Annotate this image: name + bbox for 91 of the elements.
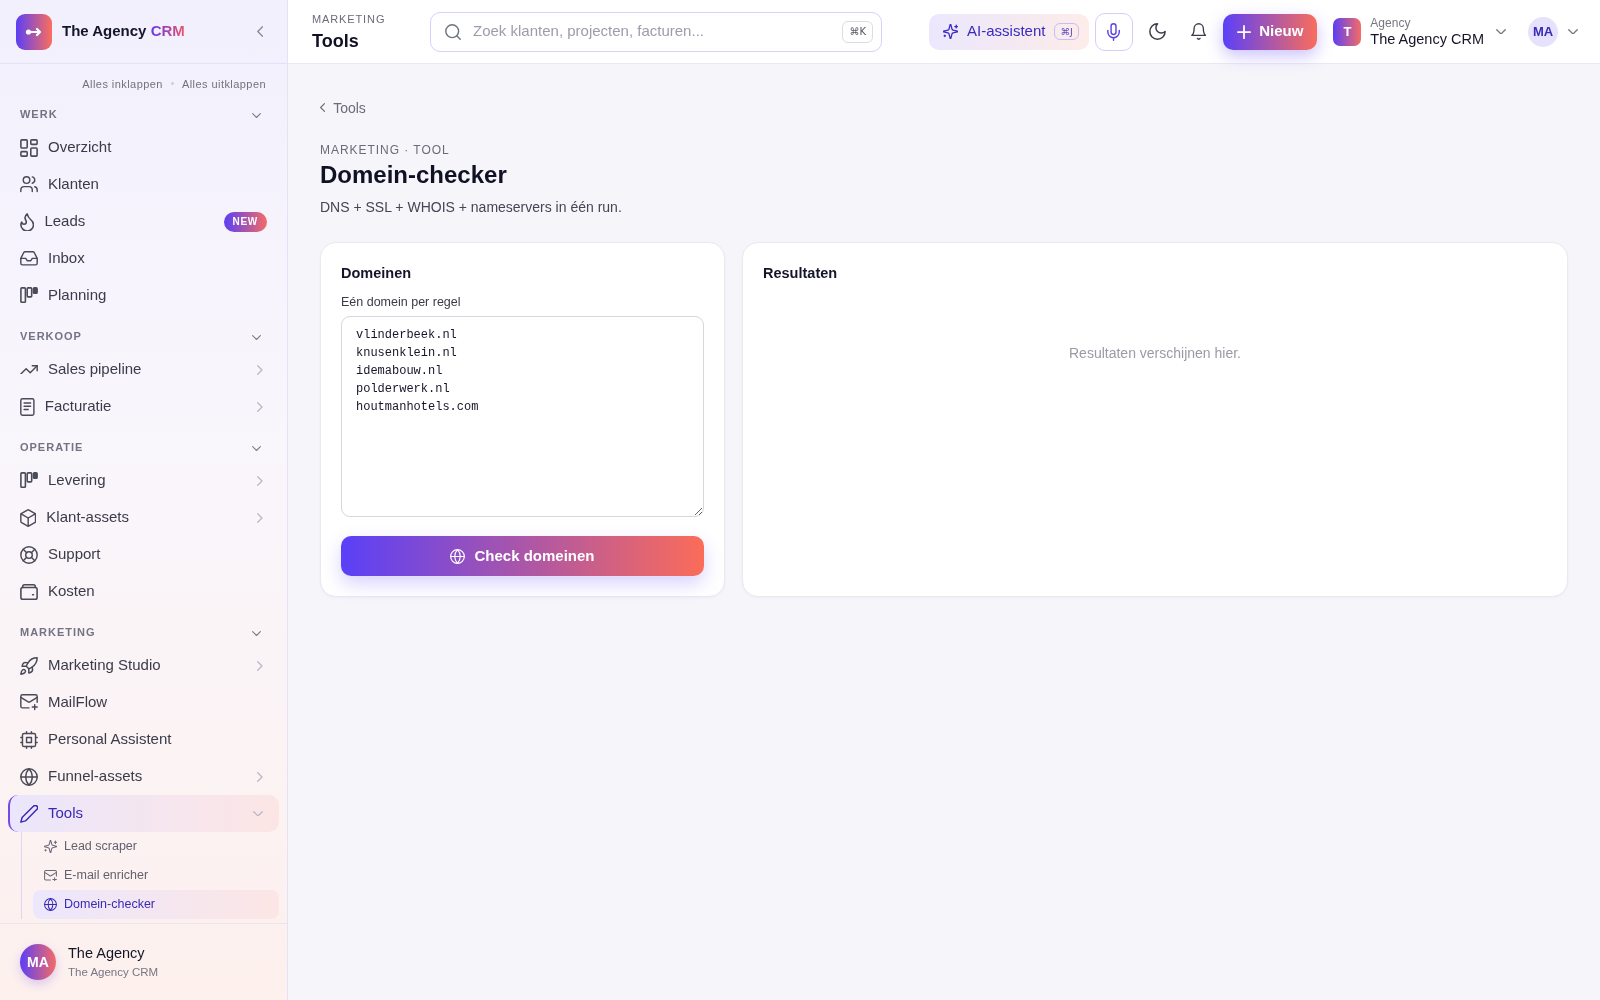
globe-icon xyxy=(20,767,38,786)
sidebar-item[interactable]: Klanten xyxy=(8,166,279,203)
workspace-caption: Agency xyxy=(1370,15,1412,30)
sidebar-item[interactable]: Klant-assets xyxy=(8,499,279,536)
search-field[interactable]: Zoek klanten, projecten, facturen... ⌘K xyxy=(430,11,882,52)
chevron-right-icon[interactable] xyxy=(257,475,263,486)
sidebar-item[interactable]: Leads NEW xyxy=(8,203,279,240)
inbox-tray-icon xyxy=(20,251,38,266)
shortcut-hint: ⌘J xyxy=(1054,22,1079,41)
panel-title: Resultaten xyxy=(763,264,839,283)
page-title: Domein-checker xyxy=(320,160,508,190)
chevron-down-icon[interactable] xyxy=(252,112,261,118)
bell-icon[interactable] xyxy=(1190,23,1207,40)
sidebar-item[interactable]: Planning xyxy=(8,277,279,314)
chevron-down-icon[interactable] xyxy=(252,445,261,451)
document-icon xyxy=(20,397,35,416)
chevron-down-icon[interactable] xyxy=(252,630,261,636)
sidebar-item[interactable]: Overzicht xyxy=(8,129,279,166)
sparkle-icon xyxy=(44,840,57,853)
sidebar-item[interactable]: Funnel-assets xyxy=(8,758,279,795)
new-badge: NEW xyxy=(223,211,267,232)
chevron-right-icon[interactable] xyxy=(257,512,263,523)
cube-icon xyxy=(20,508,37,527)
wallet-icon xyxy=(20,582,38,601)
check-domains-button[interactable]: Check domeinen xyxy=(341,536,704,576)
mail-plus-icon xyxy=(20,694,38,711)
shortcut-hint: ⌘K xyxy=(842,20,873,43)
chevron-down-icon[interactable] xyxy=(252,334,261,340)
pen-icon xyxy=(20,804,38,823)
sidebar-item[interactable]: Levering xyxy=(8,462,279,499)
panel-title: Domeinen xyxy=(341,264,413,283)
empty-state-text: Resultaten verschijnen hier. xyxy=(1068,344,1242,363)
page-subtitle: DNS + SSL + WHOIS + nameservers in één run. xyxy=(320,198,623,217)
section-eyebrow: MARKETING xyxy=(312,11,387,26)
chevron-down-icon[interactable] xyxy=(1568,28,1578,35)
search-icon xyxy=(445,23,461,40)
sidebar-item[interactable]: Kosten xyxy=(8,573,279,610)
section-label: VERKOOP xyxy=(20,330,82,343)
dashboard-icon xyxy=(20,138,38,157)
section-label: WERK xyxy=(20,108,58,121)
sidebar-subitem[interactable]: Domein-checker xyxy=(33,890,279,919)
chevron-left-icon[interactable] xyxy=(256,26,263,37)
kanban-icon xyxy=(20,472,38,489)
sidebar-subitem[interactable]: Lead scraper xyxy=(33,832,279,861)
domains-textarea[interactable]: vlinderbeek.nl knusenklein.nl idemabouw.nl polderwerk.nl houtmanhotels.com xyxy=(341,316,704,517)
chevron-down-icon[interactable] xyxy=(1496,28,1506,35)
users-icon xyxy=(20,176,38,193)
chip-icon xyxy=(20,730,38,749)
flame-icon xyxy=(20,212,35,231)
brand-title: The Agency CRM xyxy=(62,21,185,42)
workspace-avatar: T xyxy=(1333,17,1362,46)
sidebar-item[interactable]: Sales pipeline xyxy=(8,351,279,388)
new-button[interactable]: Nieuw xyxy=(1223,13,1318,50)
field-label: Eén domein per regel xyxy=(341,294,462,311)
user-avatar[interactable]: MA xyxy=(1528,16,1558,47)
sidebar-item[interactable]: Marketing Studio xyxy=(8,647,279,684)
mail-plus-icon xyxy=(44,869,57,882)
sidebar-item[interactable]: Personal Assistent xyxy=(8,721,279,758)
search-input[interactable]: Zoek klanten, projecten, facturen... xyxy=(471,19,833,44)
sidebar-action-link[interactable]: Alles inklappen xyxy=(82,76,163,91)
plus-icon xyxy=(1237,24,1252,39)
workspace-name: The Agency CRM xyxy=(1370,30,1484,48)
page-heading: Tools xyxy=(312,29,360,52)
section-label: MARKETING xyxy=(20,626,96,639)
sidebar-item[interactable]: Facturatie xyxy=(8,388,279,425)
account-subtitle: The Agency CRM xyxy=(68,965,159,980)
sparkle-icon xyxy=(943,24,959,39)
breadcrumb-link[interactable]: Tools xyxy=(320,97,366,118)
sidebar-item[interactable]: MailFlow xyxy=(8,684,279,721)
account-avatar: MA xyxy=(20,944,56,980)
ai-assistant-button[interactable]: AI-assistent ⌘J xyxy=(929,13,1089,50)
kanban-icon xyxy=(20,287,38,304)
chevron-right-icon[interactable] xyxy=(257,401,263,412)
microphone-button[interactable] xyxy=(1094,12,1133,51)
sidebar-subitem[interactable]: E-mail enricher xyxy=(33,861,279,890)
sidebar-item[interactable]: Tools xyxy=(8,795,279,832)
sidebar-action-link[interactable]: Alles uitklappen xyxy=(181,76,266,91)
chevron-left-icon xyxy=(320,103,326,112)
sidebar-item[interactable]: Inbox xyxy=(8,240,279,277)
account-name: The Agency xyxy=(68,944,146,962)
section-label: OPERATIE xyxy=(20,441,84,454)
globe-icon xyxy=(44,898,57,911)
sidebar-item[interactable]: Support xyxy=(8,536,279,573)
rocket-icon xyxy=(20,656,38,675)
page-eyebrow: MARKETING · TOOL xyxy=(320,142,451,158)
globe-icon xyxy=(450,548,466,564)
trending-up-icon xyxy=(20,364,38,375)
microphone-icon xyxy=(1107,22,1121,41)
lifebuoy-icon xyxy=(20,545,38,564)
moon-icon[interactable] xyxy=(1148,23,1166,40)
logo-icon xyxy=(16,13,52,50)
